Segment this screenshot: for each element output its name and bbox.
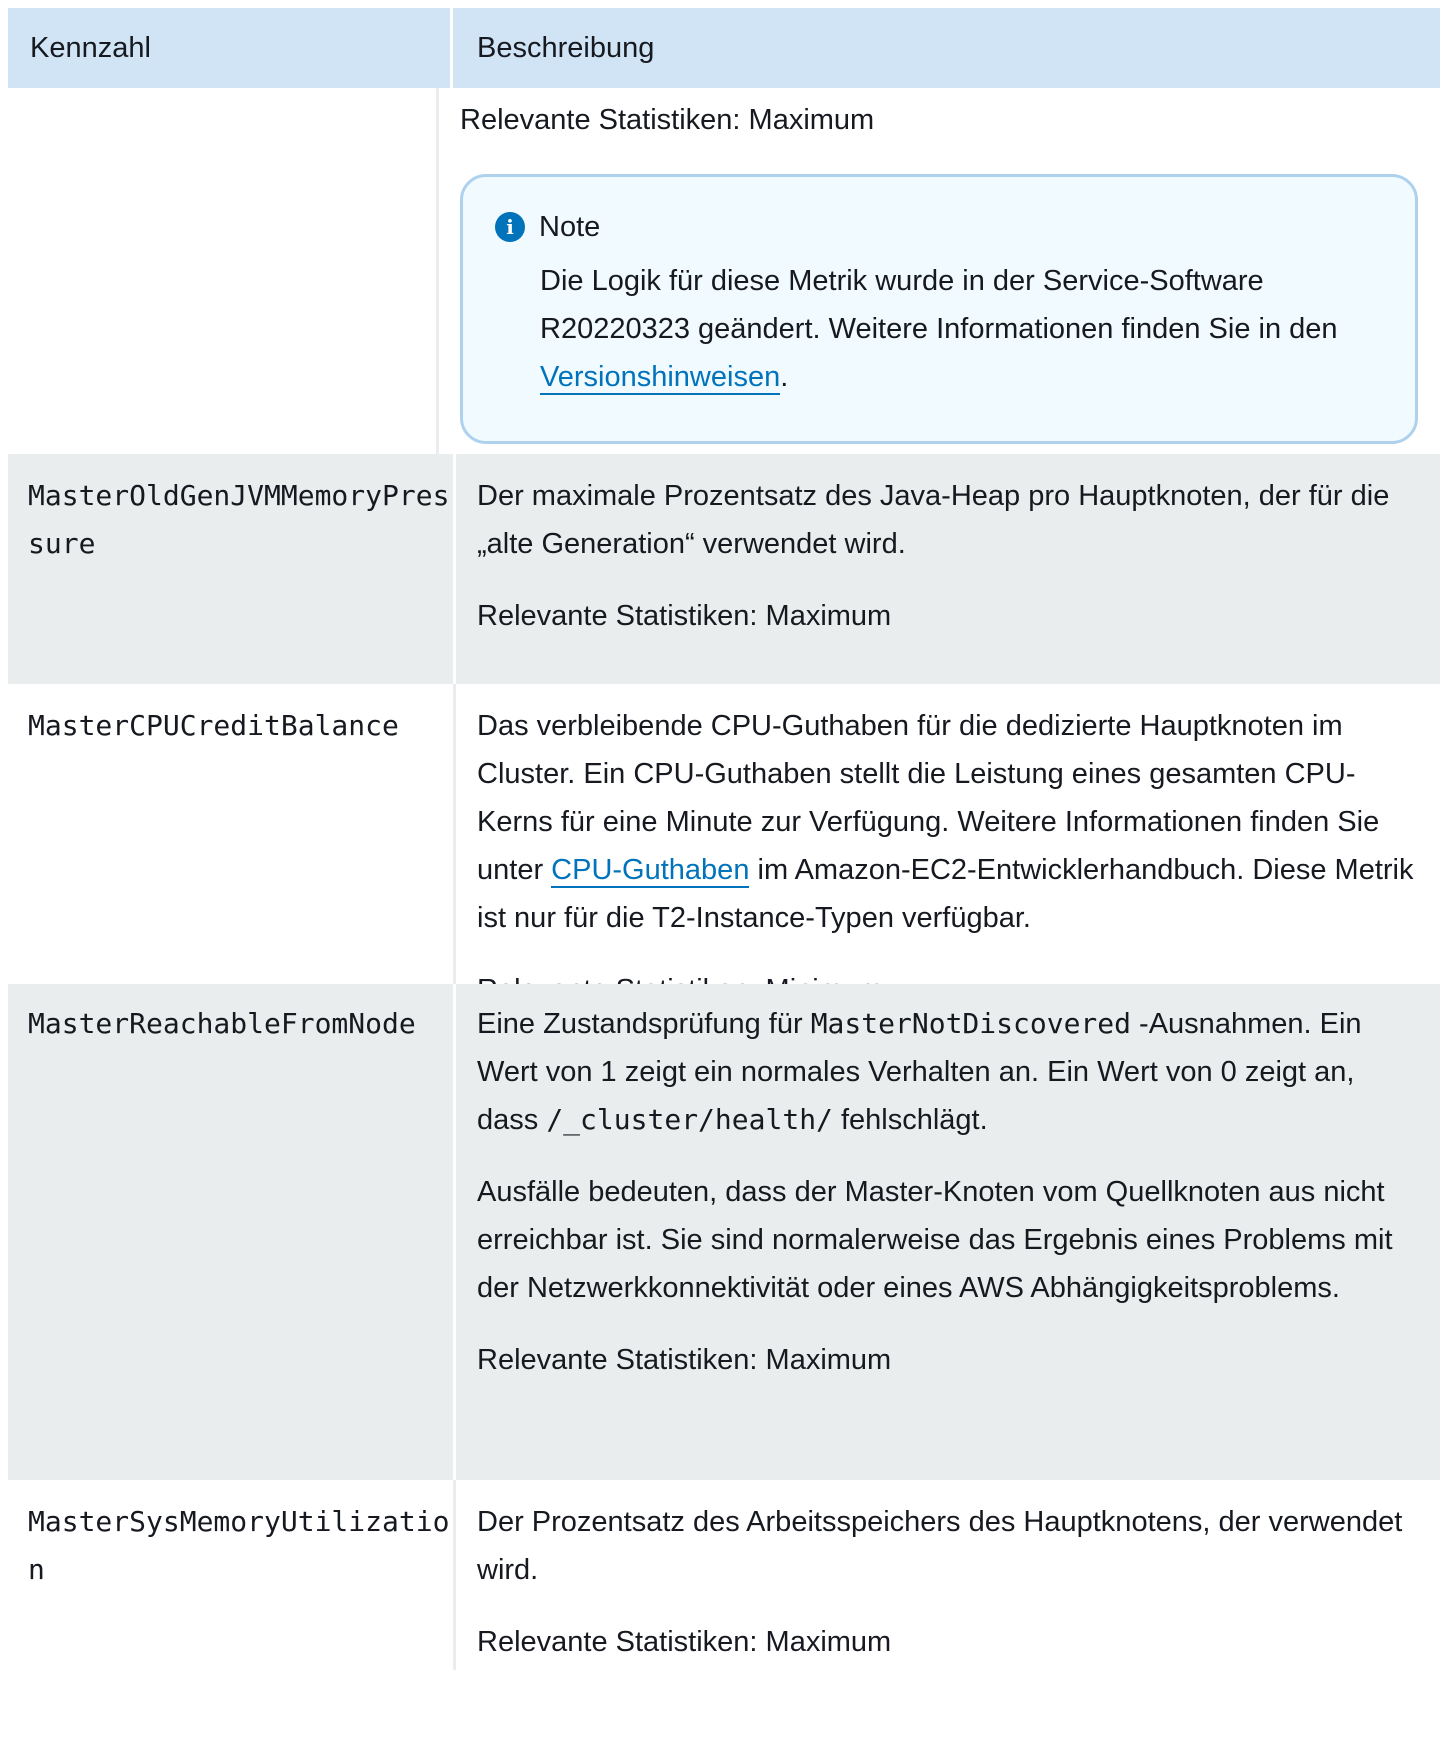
- info-icon: i: [495, 212, 525, 242]
- metric-description-cell: Eine Zustandsprüfung für MasterNotDiscov…: [456, 984, 1440, 1480]
- note-title: Note: [539, 211, 601, 243]
- relevant-statistics: Relevante Statistiken: Maximum: [477, 1344, 892, 1376]
- note-header: i Note: [495, 207, 1385, 247]
- note-box: i Note Die Logik für diese Metrik wurde …: [460, 174, 1418, 444]
- table-row: MasterSysMemoryUtilization Der Prozentsa…: [8, 1480, 1440, 1670]
- relevant-statistics: Relevante Statistiken: Maximum: [460, 104, 875, 136]
- table-row: MasterCPUCreditBalance Das verbleibende …: [8, 684, 1440, 1006]
- code-master-not-discovered: MasterNotDiscovered: [810, 1007, 1131, 1040]
- code-cluster-health: /_cluster/health/: [546, 1103, 833, 1136]
- metric-description: Der maximale Prozentsatz des Java-Heap p…: [477, 480, 1390, 560]
- metric-description-cell: Der maximale Prozentsatz des Java-Heap p…: [456, 454, 1440, 684]
- table-row: Relevante Statistiken: Maximum i Note Di…: [8, 88, 1440, 454]
- note-text-end: .: [780, 361, 789, 393]
- metric-name: MasterCPUCreditBalance: [8, 684, 456, 984]
- description-text-end: fehlschlägt.: [832, 1104, 988, 1136]
- column-header-kennzahl: Kennzahl: [8, 8, 453, 88]
- metric-description: Eine Zustandsprüfung für MasterNotDiscov…: [477, 1000, 1418, 1144]
- metric-description: Der Prozentsatz des Arbeitsspeichers des…: [477, 1506, 1403, 1586]
- table-header: Kennzahl Beschreibung: [8, 8, 1440, 88]
- description-text: Eine Zustandsprüfung für: [477, 1008, 811, 1040]
- metric-name-cell: [8, 88, 439, 454]
- metric-name: MasterOldGenJVMMemoryPressure: [8, 454, 456, 684]
- release-notes-link[interactable]: Versionshinweisen: [540, 361, 781, 395]
- metric-description-cell: Der Prozentsatz des Arbeitsspeichers des…: [456, 1480, 1440, 1670]
- metric-description: Das verbleibende CPU-Guthaben für die de…: [477, 702, 1418, 942]
- cpu-credits-link[interactable]: CPU-Guthaben: [551, 854, 750, 888]
- metric-name: MasterReachableFromNode: [8, 984, 456, 1480]
- table-row: MasterOldGenJVMMemoryPressure Der maxima…: [8, 454, 1440, 684]
- note-body: Die Logik für diese Metrik wurde in der …: [540, 257, 1360, 401]
- metric-description-detail: Ausfälle bedeuten, dass der Master-Knote…: [477, 1176, 1393, 1304]
- column-header-beschreibung: Beschreibung: [477, 32, 655, 64]
- metric-description-cell: Relevante Statistiken: Maximum i Note Di…: [439, 88, 1440, 454]
- metrics-table: Kennzahl Beschreibung Relevante Statisti…: [8, 8, 1440, 1670]
- relevant-statistics: Relevante Statistiken: Maximum: [477, 1626, 892, 1658]
- relevant-statistics: Relevante Statistiken: Maximum: [477, 600, 892, 632]
- table-row: MasterReachableFromNode Eine Zustandsprü…: [8, 984, 1440, 1480]
- note-text: Die Logik für diese Metrik wurde in der …: [540, 265, 1338, 345]
- metric-name: MasterSysMemoryUtilization: [8, 1480, 456, 1670]
- metric-description-cell: Das verbleibende CPU-Guthaben für die de…: [456, 684, 1440, 1006]
